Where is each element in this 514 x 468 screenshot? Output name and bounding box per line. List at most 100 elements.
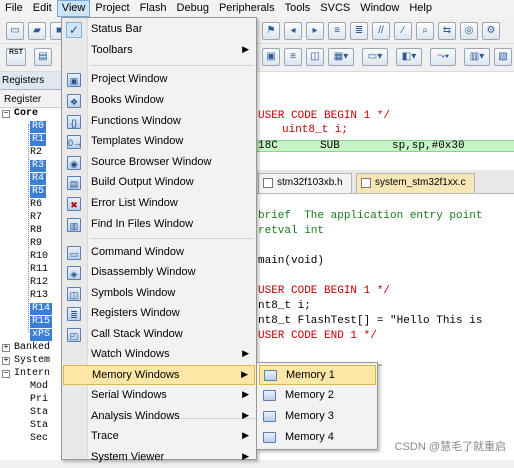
register-row[interactable]: R0	[0, 121, 61, 134]
register-row[interactable]: Sec	[0, 433, 61, 446]
tb1-button-f[interactable]: //	[372, 22, 390, 40]
register-name: Sta	[30, 407, 49, 418]
menu-item-command-window[interactable]: ▭ Command Window	[63, 243, 255, 263]
toolbox-button[interactable]: ▧	[494, 48, 512, 66]
submenu-item-memory-2[interactable]: Memory 2	[259, 386, 376, 406]
collapse-icon[interactable]: −	[2, 110, 10, 118]
register-row[interactable]: xPS	[0, 329, 61, 342]
tb1-button-h[interactable]: ⌕	[416, 22, 434, 40]
submenu-item-memory-1[interactable]: Memory 1	[259, 365, 376, 385]
registers-panel-tab[interactable]: Registers	[0, 72, 62, 90]
disassembly-window-button[interactable]: ≡	[284, 48, 302, 66]
tb1-button-c[interactable]: ▸	[306, 22, 324, 40]
menu-item-serial-windows[interactable]: Serial Windows ▶	[63, 386, 255, 406]
symbols-window-button[interactable]: ◫	[306, 48, 324, 66]
reset-button[interactable]: RST	[6, 48, 26, 66]
menu-project[interactable]: Project	[90, 0, 134, 17]
system-viewer-button[interactable]: ▥▾	[464, 48, 490, 66]
register-row[interactable]: R10	[0, 251, 61, 264]
menu-item-templates-window[interactable]: 0→ Templates Window	[63, 132, 255, 152]
register-row[interactable]: R8	[0, 225, 61, 238]
registers-window-button[interactable]: ▦▾	[328, 48, 354, 66]
register-row[interactable]: R7	[0, 212, 61, 225]
tab-system-stm32f1xx[interactable]: system_stm32f1xx.c	[356, 173, 475, 193]
menu-item-find-in-files-window[interactable]: ▥ Find In Files Window	[63, 215, 255, 235]
menu-item-trace[interactable]: Trace ▶	[63, 427, 255, 447]
tb1-button-a[interactable]: ⚑	[262, 22, 280, 40]
open-file-button[interactable]: ▰	[28, 22, 46, 40]
menu-item-project-window[interactable]: ▣ Project Window	[63, 70, 255, 90]
register-row[interactable]: R5	[0, 186, 61, 199]
register-row[interactable]: R11	[0, 264, 61, 277]
tb1-button-b[interactable]: ◂	[284, 22, 302, 40]
register-row[interactable]: + Banked	[0, 342, 61, 355]
menu-debug[interactable]: Debug	[172, 0, 214, 17]
tb1-button-j[interactable]: ◎	[460, 22, 478, 40]
code-line: main(void)	[258, 255, 325, 267]
menu-item-disassembly-window[interactable]: ◈ Disassembly Window	[63, 263, 255, 283]
menu-item-source-browser-window[interactable]: ◉ Source Browser Window	[63, 153, 255, 173]
call-stack-button[interactable]: ▭▾	[362, 48, 388, 66]
code-line: USER CODE END 1 */	[258, 330, 377, 342]
menu-item-watch-windows[interactable]: Watch Windows ▶	[63, 345, 255, 365]
menu-view[interactable]: View	[56, 0, 91, 17]
watch-window-button[interactable]: ◧▾	[396, 48, 422, 66]
submenu-item-memory-3[interactable]: Memory 3	[259, 407, 376, 427]
menu-peripherals[interactable]: Peripherals	[214, 0, 280, 17]
register-row[interactable]: R1	[0, 134, 61, 147]
tb1-button-g[interactable]: ⁄	[394, 22, 412, 40]
tb1-button-i[interactable]: ⇆	[438, 22, 456, 40]
menu-separator	[90, 65, 254, 66]
register-row[interactable]: R12	[0, 277, 61, 290]
register-row[interactable]: − Intern	[0, 368, 61, 381]
memory-window-icon	[263, 432, 276, 443]
register-row[interactable]: R15	[0, 316, 61, 329]
register-row[interactable]: R2	[0, 147, 61, 160]
menu-item-memory-windows[interactable]: Memory Windows ▶	[63, 365, 255, 385]
submenu-item-memory-4[interactable]: Memory 4	[259, 428, 376, 448]
menu-item-analysis-windows[interactable]: Analysis Windows ▶	[63, 407, 255, 427]
menu-item-system-viewer[interactable]: System Viewer ▶	[63, 448, 255, 468]
expand-icon[interactable]: +	[2, 344, 10, 352]
menu-flash[interactable]: Flash	[135, 0, 172, 17]
tb1-button-d[interactable]: ≡	[328, 22, 346, 40]
menu-item-call-stack-window[interactable]: ◰ Call Stack Window	[63, 325, 255, 345]
menu-item-build-output-window[interactable]: ▤ Build Output Window	[63, 173, 255, 193]
register-row[interactable]: Mod	[0, 381, 61, 394]
menu-window[interactable]: Window	[355, 0, 404, 17]
register-row[interactable]: R6	[0, 199, 61, 212]
tb1-button-k[interactable]: ⚙	[482, 22, 500, 40]
expand-icon[interactable]: +	[2, 357, 10, 365]
register-row[interactable]: R14	[0, 303, 61, 316]
menu-item-toolbars[interactable]: Toolbars ▶	[63, 41, 255, 61]
menu-item-status-bar[interactable]: ✓ Status Bar	[63, 20, 255, 40]
register-row[interactable]: R13	[0, 290, 61, 303]
menu-item-books-window[interactable]: ❖ Books Window	[63, 91, 255, 111]
code-line: nt8_t i;	[258, 300, 311, 312]
menu-item-symbols-window[interactable]: ◫ Symbols Window	[63, 284, 255, 304]
books-window-icon: ❖	[67, 94, 81, 108]
menu-edit[interactable]: Edit	[28, 0, 57, 17]
collapse-icon[interactable]: −	[2, 370, 10, 378]
register-row[interactable]: R3	[0, 160, 61, 173]
command-window-button[interactable]: ▣	[262, 48, 280, 66]
menu-item-functions-window[interactable]: {} Functions Window	[63, 112, 255, 132]
register-row[interactable]: − Core	[0, 108, 61, 121]
register-row[interactable]: Pri	[0, 394, 61, 407]
menu-item-registers-window[interactable]: ≣ Registers Window	[63, 304, 255, 324]
register-row[interactable]: R4	[0, 173, 61, 186]
register-row[interactable]: Sta	[0, 407, 61, 420]
new-file-button[interactable]: ▭	[6, 22, 24, 40]
trace-button[interactable]: ⤳▾	[430, 48, 456, 66]
menu-svcs[interactable]: SVCS	[315, 0, 355, 17]
register-row[interactable]: Sta	[0, 420, 61, 433]
run-button[interactable]: ▤	[34, 48, 52, 66]
menu-tools[interactable]: Tools	[280, 0, 316, 17]
menu-help[interactable]: Help	[404, 0, 437, 17]
menu-item-error-list-window[interactable]: ✖ Error List Window	[63, 194, 255, 214]
register-row[interactable]: + System	[0, 355, 61, 368]
tb1-button-e[interactable]: ≣	[350, 22, 368, 40]
tab-stm32f103xb[interactable]: stm32f103xb.h	[258, 173, 352, 193]
menu-file[interactable]: File	[0, 0, 28, 17]
register-row[interactable]: R9	[0, 238, 61, 251]
